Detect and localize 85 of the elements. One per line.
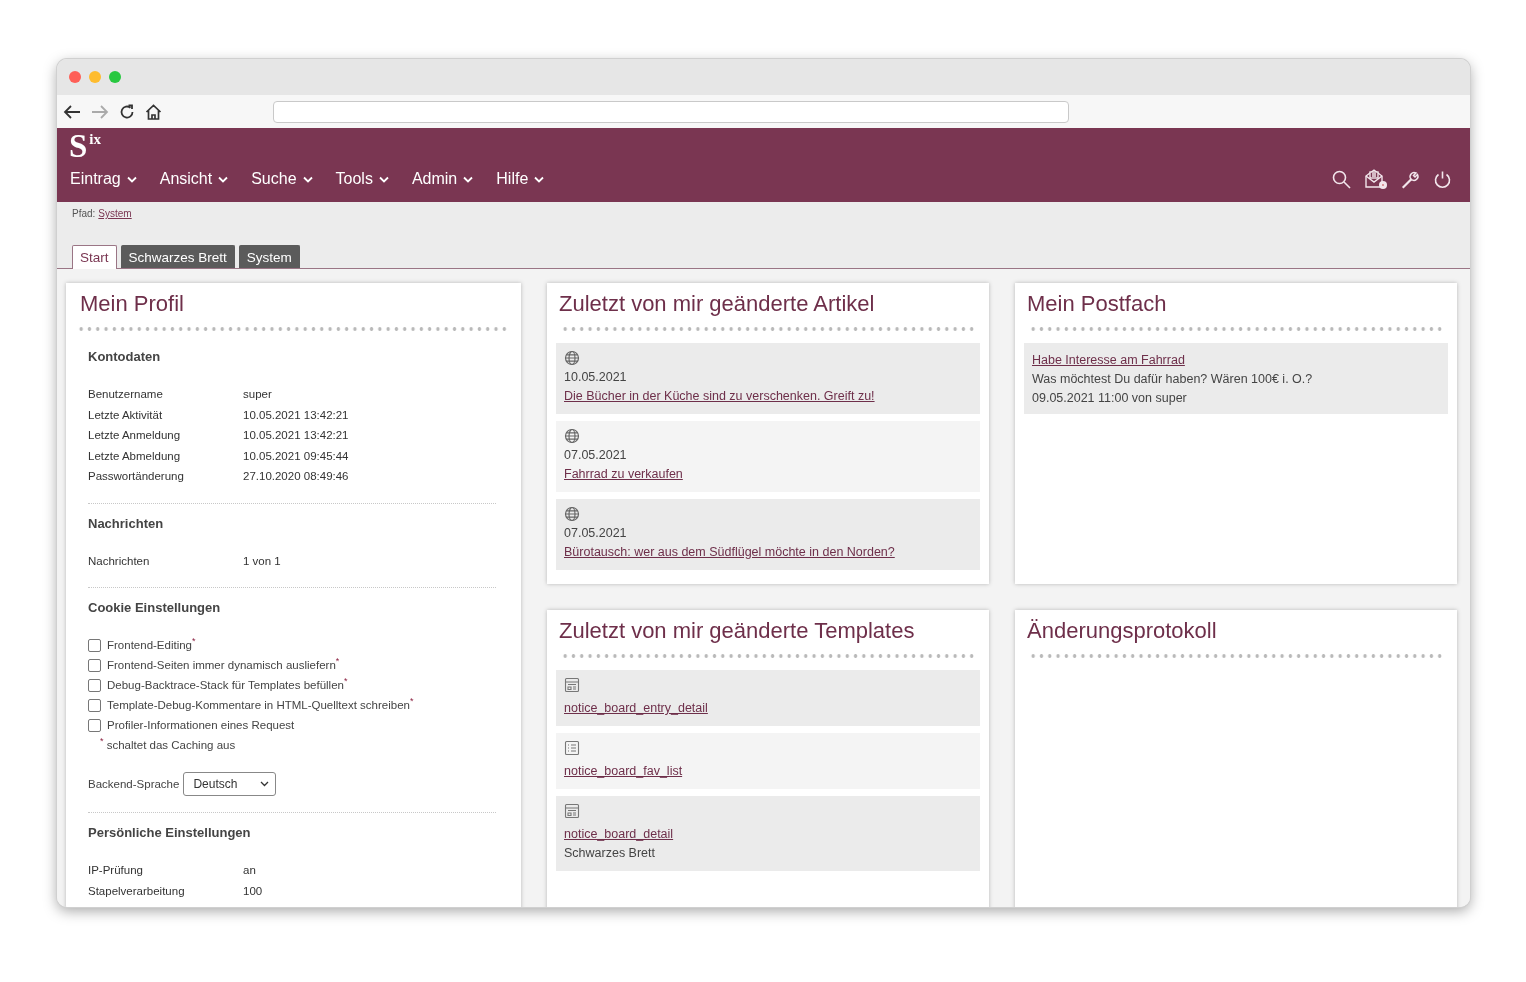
list-icon [564, 740, 580, 756]
power-icon[interactable] [1433, 169, 1452, 189]
tab[interactable]: Schwarzes Brett [120, 245, 235, 268]
caret-icon [534, 175, 545, 183]
globe-icon [564, 350, 580, 366]
path-link[interactable]: System [98, 208, 132, 219]
section-heading: Nachrichten [88, 514, 165, 533]
field-label: Nachrichten [88, 553, 151, 569]
checkbox-label: Frontend-Seiten immer dynamisch ausliefern$^{*}$ [107, 655, 340, 673]
home-icon[interactable] [145, 103, 162, 120]
card-title: Mein Profil [80, 290, 185, 318]
template-link[interactable]: notice_board_entry_detail [564, 699, 708, 718]
template-subtitle: Schwarzes Brett [564, 845, 655, 862]
card-title: Mein Postfach [1027, 290, 1168, 318]
field-value: 10.05.2021 09:45:44 [243, 448, 349, 464]
card-title: Änderungsprotokoll [1027, 617, 1218, 645]
article-link[interactable]: Die Bücher in der Küche sind zu verschenken. Greift zu! [564, 387, 875, 406]
field-label: Passwortänderung [88, 469, 185, 484]
template-link[interactable]: notice_board_detail [564, 825, 674, 844]
card-title: Zuletzt von mir geänderte Templates [559, 617, 916, 645]
field-label: Stapelverarbeitung [88, 883, 186, 899]
checkbox[interactable] [88, 698, 101, 712]
layout-icon [564, 803, 580, 819]
mail-icon[interactable] [1364, 168, 1388, 190]
checkbox-label: Frontend-Editing$^{*}$ [107, 635, 196, 653]
field-label: Benutzername [88, 387, 164, 402]
menu-item[interactable]: Eintrag [70, 168, 137, 190]
checkbox[interactable] [88, 658, 101, 672]
checkbox[interactable] [88, 638, 101, 652]
field-value: 10.05.2021 13:42:21 [243, 428, 349, 443]
path-label: Pfad: [72, 208, 96, 219]
message-link[interactable]: Habe Interesse am Fahrrad [1032, 351, 1185, 370]
menu-item[interactable]: Admin [411, 168, 474, 190]
field-label: IP-Prüfung [88, 863, 144, 878]
checkbox[interactable] [88, 678, 101, 692]
message-preview: Was möchtest Du dafür haben? Wären 100€ i. O.? [1032, 371, 1313, 388]
address-field[interactable] [273, 100, 1069, 123]
article-link[interactable]: Bürotausch: wer aus dem Südflügel möchte in den Norden? [564, 543, 895, 562]
caret-icon [218, 175, 229, 183]
checkbox[interactable] [88, 718, 101, 732]
reload-icon[interactable] [119, 103, 135, 120]
message-meta: 09.05.2021 11:00 von super [1032, 390, 1187, 407]
checkbox-label: Template-Debug-Kommentare in HTML-Quelltext schreiben$^{*}$ [107, 695, 414, 713]
language-label: Backend-Sprache [88, 778, 180, 790]
caret-icon [463, 175, 474, 183]
field-value: an [243, 863, 256, 878]
caret-icon [378, 175, 389, 183]
card-title: Zuletzt von mir geänderte Artikel [559, 290, 876, 318]
caret-icon [260, 781, 270, 787]
caret-icon [302, 175, 313, 183]
article-link[interactable]: Fahrrad zu verkaufen [564, 465, 683, 484]
template-link[interactable]: notice_board_fav_list [564, 762, 683, 781]
search-icon[interactable] [1332, 169, 1351, 189]
layout-icon [564, 677, 580, 693]
field-value: 10.05.2021 13:42:21 [243, 407, 349, 423]
footnote: $^{*}$ schaltet das Caching aus [99, 735, 237, 753]
section-heading: Kontodaten [88, 348, 162, 366]
field-value: 27.10.2020 08:49:46 [243, 469, 349, 484]
section-heading: Persönliche Einstellungen [88, 824, 252, 842]
field-label: Letzte Anmeldung [88, 428, 182, 443]
tab[interactable]: Start [72, 245, 117, 269]
language-select[interactable]: Deutsch [183, 772, 277, 796]
menu-item[interactable]: Hilfe [496, 168, 545, 190]
date: 07.05.2021 [564, 447, 627, 464]
tab[interactable]: System [238, 245, 300, 268]
field-value: 1 von 1 [243, 553, 281, 569]
menu-item[interactable]: Suche [251, 168, 313, 190]
menu-item[interactable]: Ansicht [159, 168, 229, 190]
date: 10.05.2021 [564, 369, 627, 386]
field-label: Letzte Aktivität [88, 407, 164, 423]
section-heading: Cookie Einstellungen [88, 599, 222, 617]
caret-icon [126, 175, 137, 183]
field-value: super [243, 387, 272, 402]
close-button[interactable] [69, 71, 81, 83]
globe-icon [564, 506, 580, 522]
checkbox-label: Debug-Backtrace-Stack für Templates befüllen$^{*}$ [107, 675, 348, 693]
field-value: 100 [243, 883, 263, 899]
date: 07.05.2021 [564, 525, 627, 542]
checkbox-label: Profiler-Informationen eines Request [107, 718, 295, 733]
logo: S$^{ix}$ [69, 128, 102, 164]
field-label: Letzte Abmeldung [88, 448, 182, 464]
globe-icon [564, 428, 580, 444]
back-icon[interactable] [63, 103, 81, 120]
menu-item[interactable]: Tools [335, 168, 389, 190]
wrench-icon[interactable] [1401, 169, 1420, 189]
